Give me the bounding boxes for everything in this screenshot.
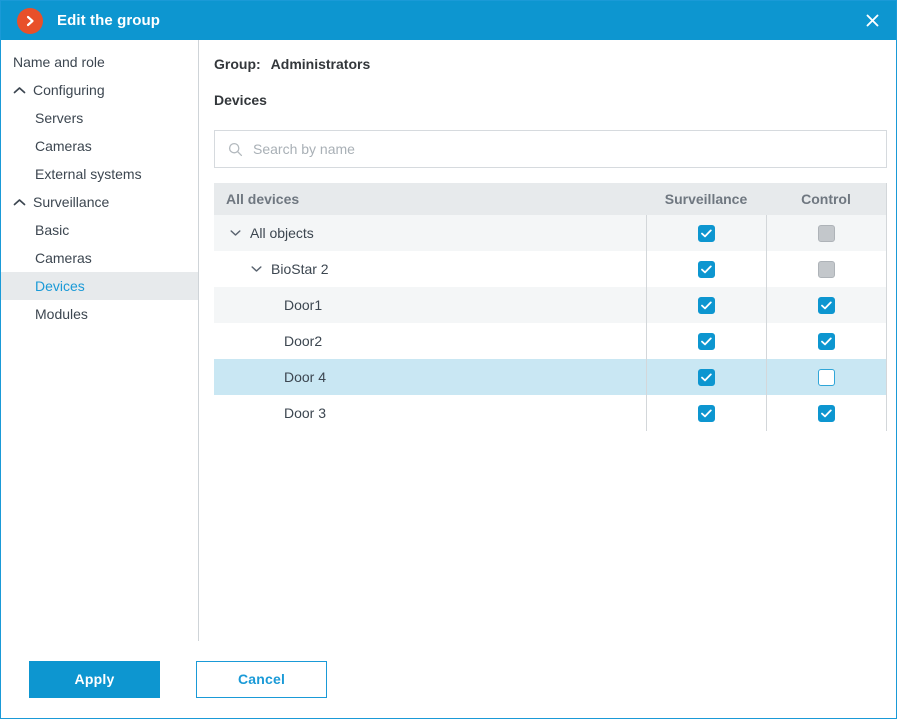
sidebar-item-cameras-surveillance[interactable]: Cameras [1,244,198,272]
row-label-cell: Door2 [214,323,646,359]
surveillance-checkbox[interactable] [698,260,715,278]
surveillance-checkbox[interactable] [698,332,715,350]
table-row[interactable]: BioStar 2 [214,251,886,287]
chevron-up-icon [11,82,27,98]
search-icon [227,141,243,157]
row-label-cell: All objects [214,215,646,251]
control-checkbox[interactable] [818,404,835,422]
apply-button[interactable]: Apply [29,660,160,698]
row-label: Door 3 [284,405,327,421]
row-label: Door2 [284,333,323,349]
sidebar-item-name-and-role[interactable]: Name and role [1,48,198,76]
sidebar-group-configuring[interactable]: Configuring [1,76,198,104]
title-bar: Edit the group [1,1,896,40]
row-label: Door1 [284,297,323,313]
control-cell[interactable] [766,287,886,323]
row-label: BioStar 2 [271,261,329,277]
sidebar-item-modules[interactable]: Modules [1,300,198,328]
chevron-down-icon[interactable] [249,262,263,276]
chevron-up-icon [11,194,27,210]
sidebar-item-label: Devices [35,278,85,294]
surveillance-checkbox[interactable] [698,224,715,242]
devices-table: All devices Surveillance Control All obj… [214,183,887,431]
group-label: Group: [214,56,261,72]
control-cell[interactable] [766,359,886,395]
dialog-body: Name and role Configuring Servers Camera… [1,40,896,641]
control-cell[interactable] [766,395,886,431]
control-cell [766,251,886,287]
surveillance-cell[interactable] [646,359,766,395]
table-row[interactable]: All objects [214,215,886,251]
control-checkbox[interactable] [818,332,835,350]
sidebar-item-label: External systems [35,166,142,182]
surveillance-cell[interactable] [646,287,766,323]
sidebar-item-label: Cameras [35,250,92,266]
chevron-down-icon[interactable] [228,226,242,240]
dialog-footer: Apply Cancel [1,640,896,718]
row-label: Door 4 [284,369,327,385]
sidebar-item-external-systems[interactable]: External systems [1,160,198,188]
sidebar-item-label: Surveillance [33,194,110,210]
group-name: Administrators [270,56,371,72]
sidebar-item-servers[interactable]: Servers [1,104,198,132]
control-cell [766,215,886,251]
search-input[interactable] [253,131,886,167]
group-line: Group: Administrators [214,56,896,72]
surveillance-cell[interactable] [646,323,766,359]
sidebar-group-surveillance[interactable]: Surveillance [1,188,198,216]
search-box[interactable] [214,130,887,168]
control-checkbox [818,224,835,242]
sidebar-item-label: Name and role [13,54,105,70]
surveillance-checkbox[interactable] [698,368,715,386]
surveillance-checkbox[interactable] [698,296,715,314]
edit-group-dialog: Edit the group Name and role Configuring [0,0,897,719]
cancel-button[interactable]: Cancel [196,660,327,698]
surveillance-cell[interactable] [646,251,766,287]
control-cell[interactable] [766,323,886,359]
sidebar-item-label: Servers [35,110,84,126]
sidebar-item-basic[interactable]: Basic [1,216,198,244]
control-checkbox[interactable] [818,368,835,386]
control-checkbox [818,260,835,278]
row-label-cell: Door 4 [214,359,646,395]
table-body: All objects BioStar 2 Door1 Door2 Door 4… [214,215,886,431]
window-title: Edit the group [57,12,161,29]
sidebar-item-label: Configuring [33,82,105,98]
column-header-surveillance: Surveillance [664,191,748,207]
page-title: Devices [214,92,267,108]
sidebar-item-label: Basic [35,222,70,238]
table-row[interactable]: Door1 [214,287,886,323]
table-header-row: All devices Surveillance Control [214,183,886,215]
table-row[interactable]: Door 4 [214,359,886,395]
sidebar-item-cameras-configuring[interactable]: Cameras [1,132,198,160]
close-button[interactable] [848,1,896,40]
surveillance-cell[interactable] [646,215,766,251]
chevron-right-circle-icon [17,7,43,34]
column-header-control: Control [801,191,851,207]
surveillance-checkbox[interactable] [698,404,715,422]
sidebar-item-devices[interactable]: Devices [1,272,198,300]
column-header-all-devices: All devices [226,191,300,207]
control-checkbox[interactable] [818,296,835,314]
surveillance-cell[interactable] [646,395,766,431]
row-label-cell: BioStar 2 [214,251,646,287]
sidebar-nav: Name and role Configuring Servers Camera… [1,40,199,641]
content-panel: Group: Administrators Devices All devices… [199,40,896,640]
row-label-cell: Door1 [214,287,646,323]
sidebar-item-label: Cameras [35,138,92,154]
table-row[interactable]: Door 3 [214,395,886,431]
close-icon [866,14,878,27]
row-label-cell: Door 3 [214,395,646,431]
table-row[interactable]: Door2 [214,323,886,359]
sidebar-item-label: Modules [35,306,88,322]
row-label: All objects [250,225,314,241]
